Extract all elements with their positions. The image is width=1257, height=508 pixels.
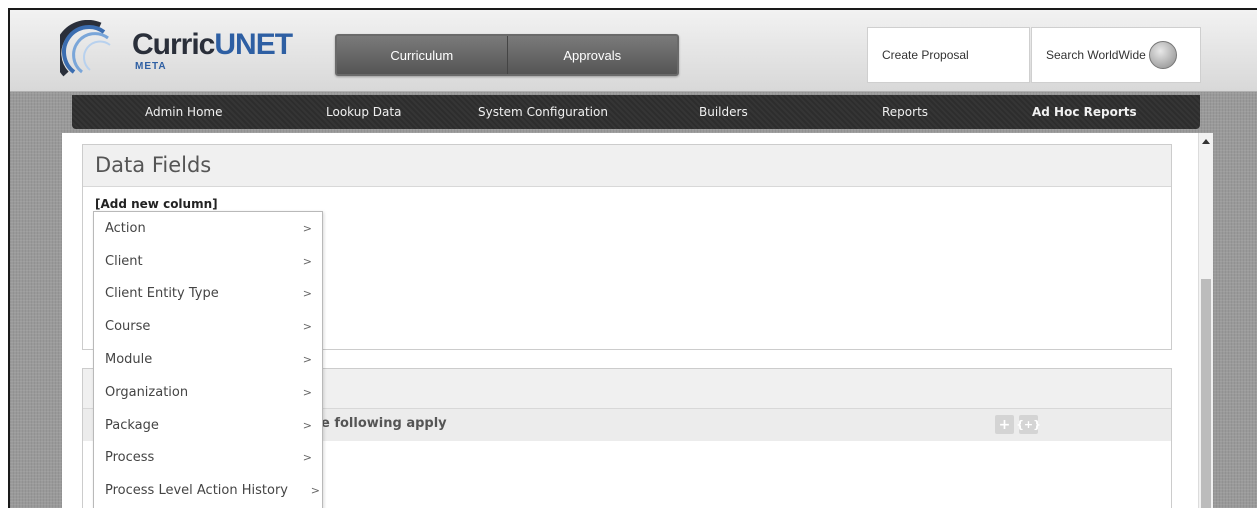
nav-lookup-data[interactable]: Lookup Data: [326, 95, 401, 129]
menu-item-process[interactable]: Process >: [94, 442, 322, 475]
menu-item-label: Course: [105, 319, 151, 335]
menu-item-action[interactable]: Action >: [94, 212, 322, 245]
chevron-right-icon: >: [310, 484, 320, 498]
scroll-up-arrow-icon[interactable]: [1202, 139, 1210, 144]
menu-item-label: Client: [105, 253, 143, 269]
logo-text-main: Curric: [132, 28, 215, 61]
top-header: CurricUNET META Curriculum Approvals Cre…: [10, 10, 1257, 92]
data-fields-title: Data Fields: [83, 145, 1171, 187]
menu-item-label: Process Level Action History: [105, 483, 288, 499]
chevron-right-icon: >: [302, 418, 312, 432]
chevron-right-icon: >: [302, 287, 312, 301]
add-new-column-link[interactable]: [Add new column]: [95, 197, 218, 211]
menu-item-label: Package: [105, 417, 159, 433]
search-worldwide-button[interactable]: Search WorldWide: [1031, 27, 1201, 83]
chevron-right-icon: >: [302, 254, 312, 268]
menu-item-label: Process: [105, 450, 155, 466]
nav-reports[interactable]: Reports: [882, 95, 928, 129]
chevron-right-icon: >: [302, 451, 312, 465]
create-proposal-button[interactable]: Create Proposal: [867, 27, 1030, 83]
logo-wordmark: CurricUNET: [132, 28, 293, 62]
chevron-right-icon: >: [302, 320, 312, 334]
add-condition-icon[interactable]: +: [995, 415, 1014, 434]
menu-item-course[interactable]: Course >: [94, 310, 322, 343]
vertical-scrollbar[interactable]: [1198, 133, 1213, 508]
nav-admin-home[interactable]: Admin Home: [145, 95, 223, 129]
menu-item-package[interactable]: Package >: [94, 409, 322, 442]
menu-item-label: Client Entity Type: [105, 286, 219, 302]
tab-approvals[interactable]: Approvals: [506, 36, 678, 74]
menu-item-client[interactable]: Client >: [94, 245, 322, 278]
menu-item-process-level-action-history[interactable]: Process Level Action History >: [94, 474, 322, 507]
add-column-dropdown-menu: Action > Client > Client Entity Type > Cour…: [93, 211, 323, 508]
create-proposal-label: Create Proposal: [882, 48, 969, 62]
curricunet-logo[interactable]: CurricUNET META: [54, 19, 293, 80]
menu-item-organization[interactable]: Organization >: [94, 376, 322, 409]
globe-icon: [1148, 41, 1177, 69]
nav-system-configuration[interactable]: System Configuration: [478, 95, 608, 129]
logo-text-accent: UNET: [214, 28, 293, 61]
logo-swirl-icon: [54, 19, 111, 77]
scroll-thumb[interactable]: [1201, 279, 1211, 508]
nav-builders[interactable]: Builders: [699, 95, 748, 129]
admin-nav-bar: Admin Home Lookup Data System Configurat…: [72, 95, 1200, 129]
add-group-icon[interactable]: {+}: [1016, 415, 1041, 434]
chevron-right-icon: >: [302, 221, 312, 235]
nav-ad-hoc-reports[interactable]: Ad Hoc Reports: [1032, 95, 1137, 129]
menu-item-label: Module: [105, 352, 153, 368]
menu-item-label: Organization: [105, 384, 189, 400]
search-worldwide-label: Search WorldWide: [1046, 48, 1146, 62]
menu-item-module[interactable]: Module >: [94, 343, 322, 376]
logo-sub: META: [135, 61, 167, 72]
menu-item-client-entity-type[interactable]: Client Entity Type >: [94, 278, 322, 311]
chevron-right-icon: >: [302, 353, 312, 367]
main-nav: Curriculum Approvals: [335, 34, 679, 76]
tab-curriculum[interactable]: Curriculum: [337, 36, 507, 74]
app-window: CurricUNET META Curriculum Approvals Cre…: [8, 8, 1257, 508]
chevron-right-icon: >: [302, 385, 312, 399]
filter-condition-text: e following apply: [321, 416, 447, 431]
menu-item-label: Action: [105, 220, 146, 236]
